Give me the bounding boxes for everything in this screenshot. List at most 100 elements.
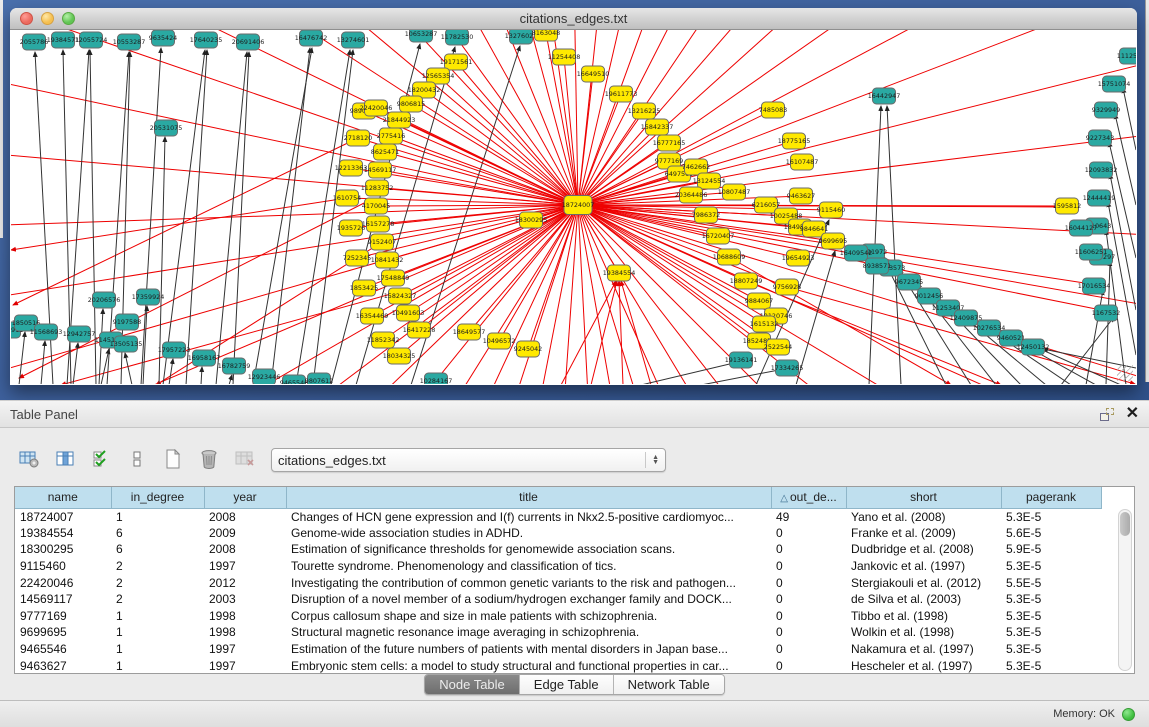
tab-node-table[interactable]: Node Table bbox=[425, 675, 519, 694]
cell-year[interactable]: 2009 bbox=[204, 525, 286, 542]
cell-in_degree[interactable]: 2 bbox=[111, 591, 204, 608]
delete-table-button[interactable] bbox=[230, 445, 260, 473]
graph-node[interactable]: 12444419 bbox=[1083, 190, 1116, 206]
graph-node[interactable]: 9699695 bbox=[819, 233, 847, 249]
cell-in_degree[interactable]: 1 bbox=[111, 641, 204, 658]
cell-year[interactable]: 2008 bbox=[204, 541, 286, 558]
graph-node[interactable]: 11283752 bbox=[361, 180, 394, 196]
graph-node[interactable]: 4170045 bbox=[362, 198, 390, 214]
cell-out_degree[interactable]: 0 bbox=[771, 624, 846, 641]
table-row[interactable]: 1456911722003Disruption of a novel membe… bbox=[15, 591, 1101, 608]
graph-node[interactable]: 16720407 bbox=[702, 228, 735, 244]
graph-node[interactable]: 17957223 bbox=[158, 342, 191, 358]
graph-node[interactable]: 22420046 bbox=[360, 100, 393, 116]
cell-year[interactable]: 2012 bbox=[204, 574, 286, 591]
cell-year[interactable]: 1997 bbox=[204, 657, 286, 674]
cell-title[interactable]: Structural magnetic resonance image aver… bbox=[286, 624, 771, 641]
cell-pagerank[interactable]: 5.5E-5 bbox=[1001, 574, 1101, 591]
graph-node[interactable]: 10807487 bbox=[718, 184, 751, 200]
graph-node[interactable]: 16649510 bbox=[577, 66, 610, 82]
cell-year[interactable]: 1998 bbox=[204, 624, 286, 641]
cell-title[interactable]: Estimation of the future numbers of pati… bbox=[286, 641, 771, 658]
cell-in_degree[interactable]: 2 bbox=[111, 558, 204, 575]
cell-pagerank[interactable]: 5.3E-5 bbox=[1001, 657, 1101, 674]
cell-year[interactable]: 1998 bbox=[204, 608, 286, 625]
node-table[interactable]: name in_degree year title △out_de... sho… bbox=[14, 486, 1135, 674]
table-row[interactable]: 1872400712008Changes of HCN gene express… bbox=[15, 508, 1101, 525]
cell-name[interactable]: 18724007 bbox=[15, 508, 111, 525]
graph-node[interactable]: 2522544 bbox=[764, 339, 792, 355]
graph-node[interactable]: 1167532 bbox=[1092, 305, 1120, 321]
graph-node[interactable]: 2055786 bbox=[20, 34, 48, 50]
graph-node[interactable]: 15842337 bbox=[641, 119, 674, 135]
table-header-row[interactable]: name in_degree year title △out_de... sho… bbox=[15, 487, 1101, 508]
cell-short[interactable]: Yano et al. (2008) bbox=[846, 508, 1001, 525]
graph-node[interactable]: 12093832 bbox=[1085, 162, 1118, 178]
graph-node[interactable]: 9227343 bbox=[1086, 130, 1114, 146]
graph-node[interactable]: 20364486 bbox=[675, 187, 708, 203]
graph-node[interactable]: 8163048 bbox=[532, 30, 560, 41]
graph-node[interactable]: 17334265 bbox=[771, 360, 804, 376]
cell-name[interactable]: 9115460 bbox=[15, 558, 111, 575]
cell-year[interactable]: 1997 bbox=[204, 641, 286, 658]
graph-node[interactable]: 16417228 bbox=[403, 322, 436, 338]
graph-node[interactable]: 16442947 bbox=[868, 88, 901, 104]
graph-node[interactable]: 17016534 bbox=[1078, 278, 1111, 294]
table-row[interactable]: 911546021997Tourette syndrome. Phenomeno… bbox=[15, 558, 1101, 575]
graph-node[interactable]: 11606251 bbox=[1075, 244, 1108, 260]
graph-node[interactable]: 12213363 bbox=[335, 160, 368, 176]
cell-short[interactable]: Hescheler et al. (1997) bbox=[846, 657, 1001, 674]
graph-node[interactable]: 16354469 bbox=[356, 308, 389, 324]
cell-out_degree[interactable]: 49 bbox=[771, 508, 846, 525]
cell-short[interactable]: Franke et al. (2009) bbox=[846, 525, 1001, 542]
table-row[interactable]: 1830029562008Estimation of significance … bbox=[15, 541, 1101, 558]
table-settings-button[interactable] bbox=[14, 445, 44, 473]
graph-node[interactable]: 2775416 bbox=[377, 128, 405, 144]
close-panel-icon[interactable]: ✕ bbox=[1126, 406, 1139, 422]
table-row[interactable]: 977716911998Corpus callosum shape and si… bbox=[15, 608, 1101, 625]
graph-node[interactable]: 21844923 bbox=[383, 112, 416, 128]
cell-pagerank[interactable]: 5.9E-5 bbox=[1001, 541, 1101, 558]
tab-network-table[interactable]: Network Table bbox=[613, 675, 724, 694]
cell-title[interactable]: Genome-wide association studies in ADHD. bbox=[286, 525, 771, 542]
column-pair-button[interactable] bbox=[122, 445, 152, 473]
float-panel-icon[interactable] bbox=[1100, 408, 1114, 421]
graph-node[interactable]: 9756928 bbox=[773, 279, 801, 295]
column-header-pagerank[interactable]: pagerank bbox=[1001, 487, 1101, 508]
graph-node[interactable]: 13274601 bbox=[337, 32, 370, 48]
cell-title[interactable]: Changes of HCN gene expression and I(f) … bbox=[286, 508, 771, 525]
cell-out_degree[interactable]: 0 bbox=[771, 574, 846, 591]
column-header-out-degree[interactable]: △out_de... bbox=[771, 487, 846, 508]
graph-node[interactable]: 15751074 bbox=[1098, 76, 1131, 92]
cell-title[interactable]: Tourette syndrome. Phenomenology and cla… bbox=[286, 558, 771, 575]
cell-short[interactable]: Nakamura et al. (1997) bbox=[846, 641, 1001, 658]
graph-node[interactable]: 10688609 bbox=[713, 249, 746, 265]
graph-node[interactable]: 11568693 bbox=[30, 324, 63, 340]
graph-node[interactable]: 16476742 bbox=[295, 30, 328, 46]
cell-pagerank[interactable]: 5.3E-5 bbox=[1001, 641, 1101, 658]
graph-node[interactable]: 9672345 bbox=[895, 274, 923, 290]
cell-out_degree[interactable]: 0 bbox=[771, 657, 846, 674]
cell-out_degree[interactable]: 0 bbox=[771, 591, 846, 608]
delete-column-button[interactable] bbox=[194, 445, 224, 473]
graph-node[interactable]: 1615132 bbox=[750, 316, 778, 332]
graph-node[interactable]: 8938571 bbox=[863, 258, 891, 274]
graph-node[interactable]: 1853425 bbox=[350, 280, 378, 296]
graph-node[interactable]: 1595812 bbox=[1053, 198, 1081, 214]
graph-node[interactable]: 9197588 bbox=[113, 314, 141, 330]
graph-node[interactable]: 13216225 bbox=[628, 103, 661, 119]
cell-in_degree[interactable]: 2 bbox=[111, 574, 204, 591]
graph-node[interactable]: 18807249 bbox=[730, 273, 763, 289]
column-header-name[interactable]: name bbox=[15, 487, 111, 508]
table-row[interactable]: 969969511998Structural magnetic resonanc… bbox=[15, 624, 1101, 641]
cell-out_degree[interactable]: 0 bbox=[771, 558, 846, 575]
table-row[interactable]: 1938455462009Genome-wide association stu… bbox=[15, 525, 1101, 542]
cell-pagerank[interactable]: 5.3E-5 bbox=[1001, 608, 1101, 625]
cell-out_degree[interactable]: 0 bbox=[771, 525, 846, 542]
cell-name[interactable]: 18300295 bbox=[15, 541, 111, 558]
graph-node[interactable]: 10653287 bbox=[405, 30, 438, 42]
graph-node[interactable]: 13505135 bbox=[110, 336, 143, 352]
window-resize-grip[interactable] bbox=[1117, 365, 1133, 381]
cell-year[interactable]: 2003 bbox=[204, 591, 286, 608]
graph-node[interactable]: 17548849 bbox=[377, 270, 410, 286]
